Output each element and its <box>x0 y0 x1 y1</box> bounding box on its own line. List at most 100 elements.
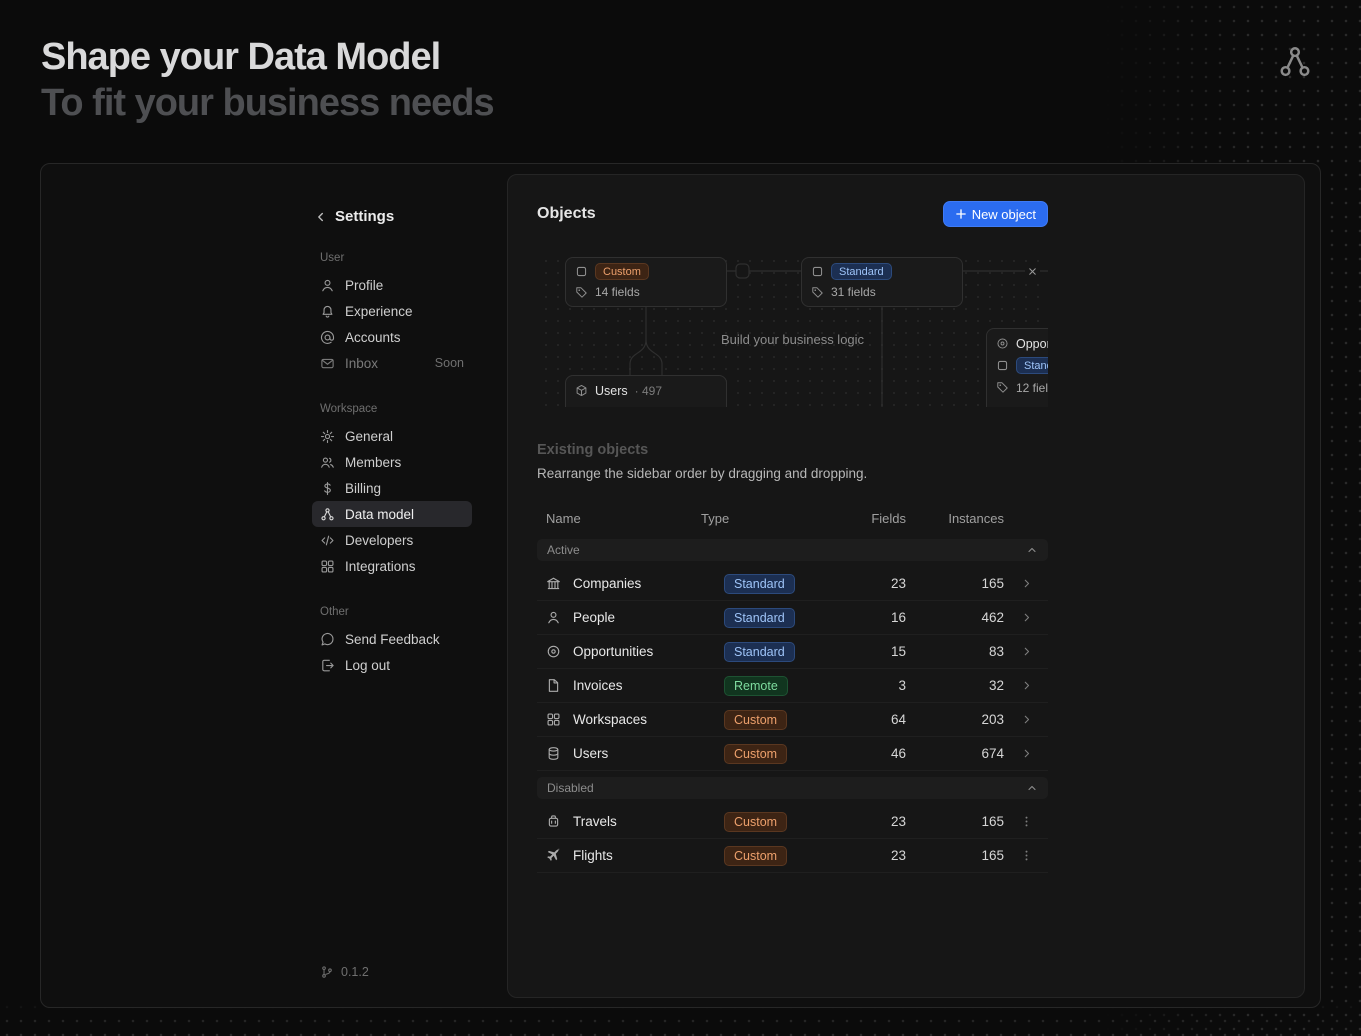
object-name: Opportunities <box>573 644 653 659</box>
object-row-travels[interactable]: Travels Custom 23 165 <box>537 805 1048 839</box>
object-row-workspaces[interactable]: Workspaces Custom 64 203 <box>537 703 1048 737</box>
group-label: Disabled <box>547 781 594 795</box>
sidebar-item-developers[interactable]: Developers <box>312 527 472 553</box>
object-row-users[interactable]: Users Custom 46 674 <box>537 737 1048 771</box>
chat-bubble-icon <box>320 632 335 647</box>
tag-icon <box>575 286 588 299</box>
object-row-flights[interactable]: Flights Custom 23 165 <box>537 839 1048 873</box>
row-menu-button[interactable] <box>1004 815 1048 828</box>
file-icon <box>546 678 561 693</box>
object-name: Travels <box>573 814 617 829</box>
instances-count: 83 <box>906 644 1004 659</box>
chevron-right-icon <box>1020 747 1033 760</box>
settings-title: Settings <box>335 208 394 225</box>
sidebar-item-label: Profile <box>345 278 383 293</box>
code-icon <box>320 533 335 548</box>
object-row-invoices[interactable]: Invoices Remote 3 32 <box>537 669 1048 703</box>
type-badge: Standard <box>1016 357 1048 374</box>
object-row-opportunities[interactable]: Opportunities Standard 15 83 <box>537 635 1048 669</box>
group-header-active[interactable]: Active <box>537 539 1048 561</box>
chevron-right-icon <box>1020 577 1033 590</box>
inbox-icon <box>320 356 335 371</box>
section-label-other: Other <box>320 606 472 618</box>
sidebar-item-label: Log out <box>345 658 390 673</box>
group-label: Active <box>547 543 580 557</box>
settings-back-button[interactable]: Settings <box>312 208 472 225</box>
sidebar-item-label: Data model <box>345 507 414 522</box>
instances-count: 165 <box>906 814 1004 829</box>
sidebar-item-experience[interactable]: Experience <box>312 298 472 324</box>
sidebar-item-label: Accounts <box>345 330 401 345</box>
sidebar-item-label: Members <box>345 455 401 470</box>
sidebar-item-accounts[interactable]: Accounts <box>312 324 472 350</box>
object-name: Invoices <box>573 678 623 693</box>
row-menu-button[interactable] <box>1004 849 1048 862</box>
canvas-node-opportunities[interactable]: Opportunities Standard 12 fields <box>986 328 1048 407</box>
sidebar-item-log-out[interactable]: Log out <box>312 652 472 678</box>
gear-icon <box>320 429 335 444</box>
logout-icon <box>320 658 335 673</box>
database-icon <box>546 746 561 761</box>
members-icon <box>320 455 335 470</box>
canvas-node-standard[interactable]: Standard 31 fields <box>801 257 963 307</box>
hero-heading: Shape your Data Model To fit your busine… <box>41 34 494 126</box>
object-name: Workspaces <box>573 712 647 727</box>
chevron-up-icon <box>1026 544 1038 556</box>
remove-connection-button[interactable] <box>1025 264 1040 279</box>
object-name: Companies <box>573 576 641 591</box>
objects-panel: Objects New object <box>507 174 1305 998</box>
sidebar-item-profile[interactable]: Profile <box>312 272 472 298</box>
tag-icon <box>811 286 824 299</box>
sidebar-item-general[interactable]: General <box>312 423 472 449</box>
sidebar-item-label: Integrations <box>345 559 416 574</box>
node-count: · 497 <box>635 384 662 398</box>
chevron-up-icon <box>1026 782 1038 794</box>
sidebar-item-members[interactable]: Members <box>312 449 472 475</box>
fields-count: 12 fields <box>1016 381 1048 395</box>
fields-count: 15 <box>831 644 906 659</box>
luggage-icon <box>546 814 561 829</box>
canvas-node-users[interactable]: Users · 497 <box>565 375 727 407</box>
person-icon <box>546 610 561 625</box>
group-header-disabled[interactable]: Disabled <box>537 777 1048 799</box>
tag-icon <box>996 381 1009 394</box>
sidebar-item-send-feedback[interactable]: Send Feedback <box>312 626 472 652</box>
target-icon <box>996 337 1009 350</box>
sidebar-item-label: Send Feedback <box>345 632 440 647</box>
git-branch-icon <box>320 965 334 979</box>
app-version: 0.1.2 <box>312 965 472 979</box>
blocks-icon <box>320 559 335 574</box>
fields-count: 23 <box>831 814 906 829</box>
chevron-left-icon <box>314 210 328 224</box>
building-icon <box>546 576 561 591</box>
sidebar-item-data-model[interactable]: Data model <box>312 501 472 527</box>
existing-objects-heading: Existing objects <box>537 442 1048 458</box>
type-badge: Standard <box>724 574 795 594</box>
canvas-node-custom[interactable]: Custom 14 fields <box>565 257 727 307</box>
sidebar-item-inbox[interactable]: Inbox Soon <box>312 350 472 376</box>
object-row-people[interactable]: People Standard 16 462 <box>537 601 1048 635</box>
fields-count: 16 <box>831 610 906 625</box>
sidebar-item-billing[interactable]: Billing <box>312 475 472 501</box>
page-subtitle: To fit your business needs <box>41 80 494 126</box>
data-model-canvas[interactable]: Custom 14 fields Standard 31 fields <box>537 252 1048 407</box>
instances-count: 203 <box>906 712 1004 727</box>
instances-count: 165 <box>906 576 1004 591</box>
fields-count: 46 <box>831 746 906 761</box>
sidebar-item-integrations[interactable]: Integrations <box>312 553 472 579</box>
type-badge: Custom <box>724 812 787 832</box>
plus-icon <box>955 208 967 220</box>
settings-window: Settings User Profile Experience Account… <box>40 163 1321 1008</box>
canvas-caption: Build your business logic <box>721 332 864 347</box>
data-model-icon <box>320 507 335 522</box>
new-object-label: New object <box>972 207 1036 222</box>
type-badge: Standard <box>831 263 892 280</box>
new-object-button[interactable]: New object <box>943 201 1048 227</box>
instances-count: 165 <box>906 848 1004 863</box>
close-icon <box>1027 266 1038 277</box>
fields-count: 14 fields <box>595 285 640 299</box>
object-row-companies[interactable]: Companies Standard 23 165 <box>537 567 1048 601</box>
object-name: People <box>573 610 615 625</box>
objects-table: Name Type Fields Instances Active Compan… <box>537 503 1048 873</box>
data-model-logo-icon <box>1277 44 1313 80</box>
